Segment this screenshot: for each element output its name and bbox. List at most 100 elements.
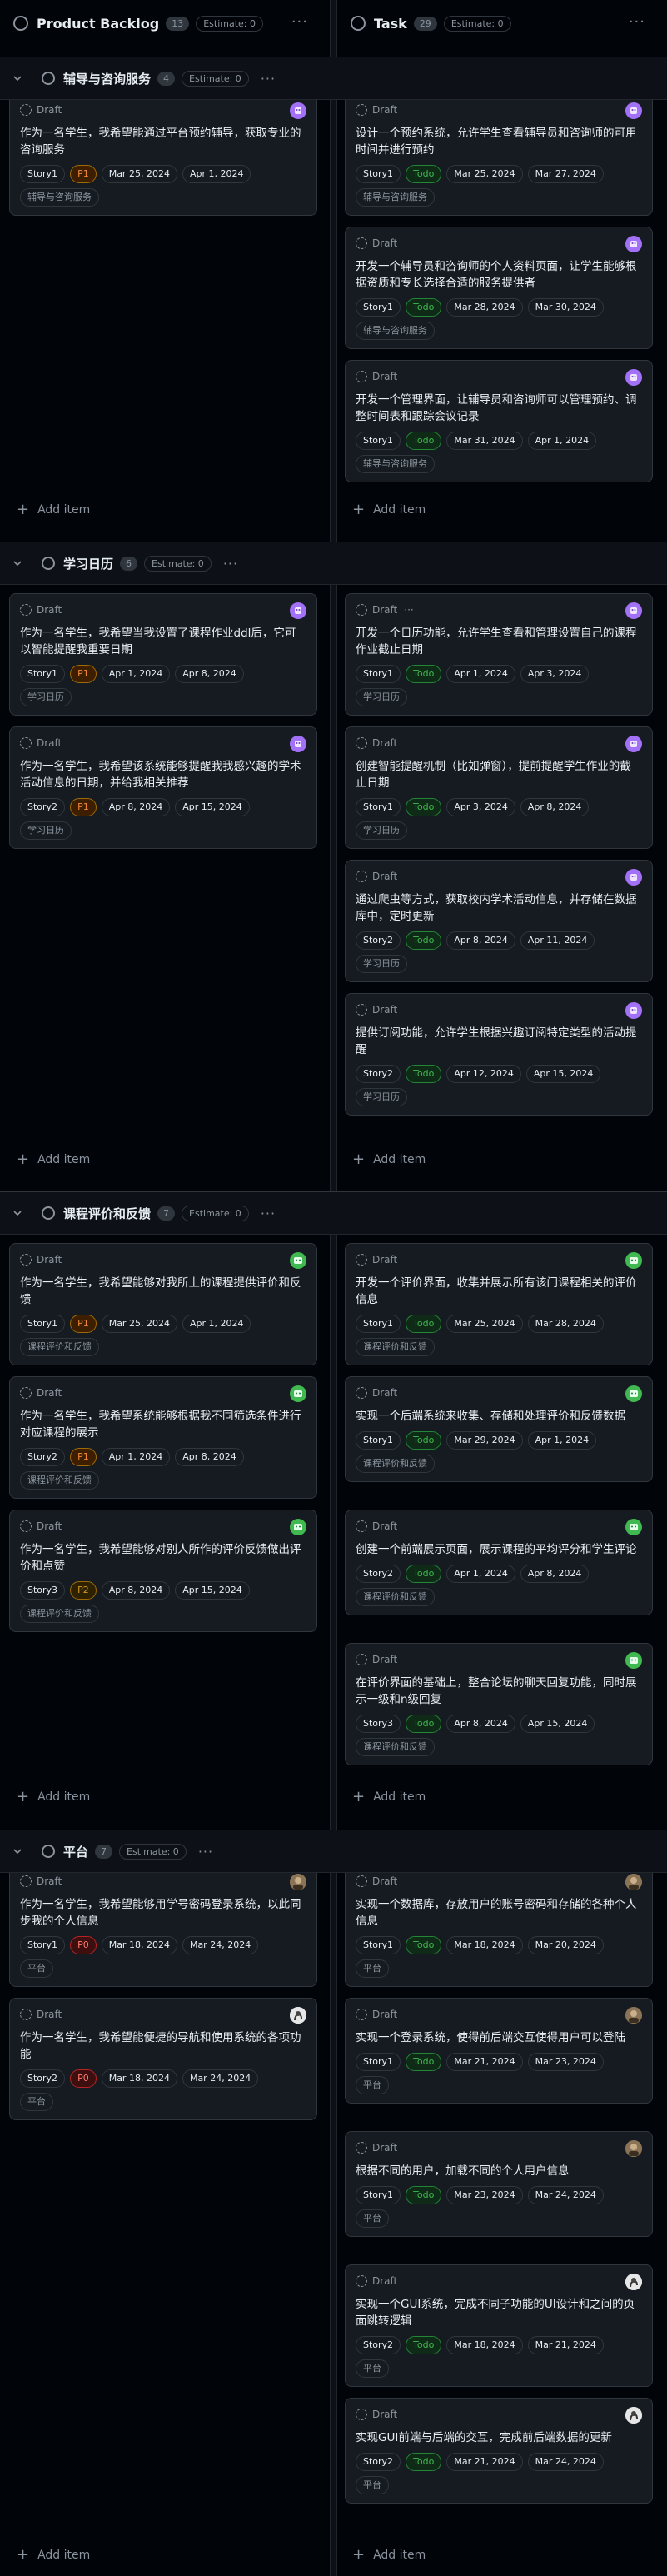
- avatar[interactable]: [625, 1519, 642, 1535]
- story-tag[interactable]: Story1: [20, 165, 66, 183]
- end-date-tag[interactable]: Apr 15, 2024: [175, 798, 250, 816]
- label-tag[interactable]: 辅导与咨询服务: [356, 322, 435, 340]
- label-tag[interactable]: 课程评价和反馈: [356, 1338, 435, 1356]
- card-title[interactable]: 作为一名学生，我希望系统能够根据我不同筛选条件进行对应课程的展示: [20, 1408, 306, 1441]
- end-date-tag[interactable]: Apr 1, 2024: [182, 1315, 251, 1333]
- end-date-tag[interactable]: Mar 28, 2024: [527, 1315, 604, 1333]
- start-date-tag[interactable]: Mar 25, 2024: [446, 1315, 523, 1333]
- label-tag[interactable]: 平台: [356, 2476, 389, 2494]
- column-menu-icon[interactable]: ···: [629, 13, 645, 31]
- priority-tag[interactable]: P1: [70, 1315, 97, 1333]
- card-title[interactable]: 作为一名学生，我希望该系统能够提醒我我感兴趣的学术活动信息的日期，并给我相关推荐: [20, 758, 306, 791]
- project-card[interactable]: Draft 作为一名学生，我希望能够对我所上的课程提供评价和反馈 Story1 P1 M…: [9, 1243, 317, 1365]
- start-date-tag[interactable]: Apr 8, 2024: [101, 1581, 171, 1600]
- avatar[interactable]: [625, 869, 642, 886]
- end-date-tag[interactable]: Mar 23, 2024: [527, 2053, 604, 2071]
- end-date-tag[interactable]: Mar 24, 2024: [182, 2069, 259, 2088]
- label-tag[interactable]: 平台: [20, 2093, 53, 2111]
- start-date-tag[interactable]: Apr 8, 2024: [446, 1715, 515, 1733]
- project-card[interactable]: Draft 根据不同的用户，加载不同的个人用户信息 Story1 Todo Mar 23…: [345, 2131, 653, 2237]
- card-title[interactable]: 实现一个后端系统来收集、存储和处理评价和反馈数据: [356, 1408, 642, 1425]
- status-tag[interactable]: Todo: [406, 798, 442, 816]
- project-card[interactable]: Draft 实现GUI前端与后端的交互，完成前后端数据的更新 Story2 Todo M…: [345, 2398, 653, 2504]
- group-menu-icon[interactable]: ···: [198, 1844, 213, 1860]
- story-tag[interactable]: Story2: [20, 798, 66, 816]
- project-card[interactable]: Draft 实现一个数据库，存放用户的账号密码和存储的各种个人信息 Story1 To…: [345, 1865, 653, 1987]
- story-tag[interactable]: Story1: [356, 1315, 401, 1333]
- story-tag[interactable]: Story3: [20, 1581, 66, 1600]
- story-tag[interactable]: Story1: [356, 665, 401, 683]
- priority-tag[interactable]: P0: [70, 1936, 97, 1954]
- status-tag[interactable]: Todo: [406, 2453, 442, 2471]
- status-tag[interactable]: Todo: [406, 1565, 442, 1583]
- avatar[interactable]: [625, 1385, 642, 1402]
- story-tag[interactable]: Story1: [356, 2053, 401, 2071]
- avatar[interactable]: [290, 1385, 306, 1402]
- add-item-button[interactable]: + Add item: [352, 1151, 426, 1168]
- column-menu-icon[interactable]: ···: [291, 13, 308, 31]
- project-card[interactable]: Draft 在评价界面的基础上，整合论坛的聊天回复功能，同时展示一级和n级回复 St…: [345, 1643, 653, 1765]
- avatar[interactable]: [290, 602, 306, 619]
- status-tag[interactable]: Todo: [406, 1065, 442, 1083]
- add-item-button[interactable]: + Add item: [352, 501, 426, 518]
- card-title[interactable]: 作为一名学生，我希望能够对我所上的课程提供评价和反馈: [20, 1275, 306, 1308]
- start-date-tag[interactable]: Mar 29, 2024: [446, 1431, 523, 1450]
- project-card[interactable]: Draft 作为一名学生，我希望能便捷的导航和使用系统的各项功能 Story2 P0 M…: [9, 1998, 317, 2120]
- avatar[interactable]: [625, 236, 642, 252]
- label-tag[interactable]: 平台: [356, 2359, 389, 2378]
- group-header[interactable]: 学习日历 6 Estimate: 0 ···: [0, 542, 667, 585]
- end-date-tag[interactable]: Mar 21, 2024: [527, 2336, 604, 2354]
- label-tag[interactable]: 课程评价和反馈: [20, 1338, 99, 1356]
- avatar[interactable]: [290, 2007, 306, 2024]
- avatar[interactable]: [625, 1252, 642, 1269]
- card-title[interactable]: 作为一名学生，我希望能通过平台预约辅导，获取专业的咨询服务: [20, 125, 306, 158]
- status-tag[interactable]: Todo: [406, 1431, 442, 1450]
- card-title[interactable]: 作为一名学生，我希望能够用学号密码登录系统，以此同步我的个人信息: [20, 1896, 306, 1930]
- group-menu-icon[interactable]: ···: [261, 1206, 276, 1221]
- start-date-tag[interactable]: Mar 18, 2024: [101, 1936, 177, 1954]
- add-item-button[interactable]: + Add item: [17, 501, 90, 518]
- project-card[interactable]: Draft 作为一名学生，我希望系统能够根据我不同筛选条件进行对应课程的展示 Sto…: [9, 1376, 317, 1499]
- end-date-tag[interactable]: Mar 24, 2024: [527, 2453, 604, 2471]
- story-tag[interactable]: Story1: [356, 1936, 401, 1954]
- card-menu-icon[interactable]: ···: [404, 604, 413, 616]
- card-title[interactable]: 提供订阅功能，允许学生根据兴趣订阅特定类型的活动提醒: [356, 1025, 642, 1058]
- label-tag[interactable]: 平台: [356, 2076, 389, 2094]
- avatar[interactable]: [625, 1652, 642, 1669]
- start-date-tag[interactable]: Mar 21, 2024: [446, 2453, 523, 2471]
- avatar[interactable]: [290, 736, 306, 752]
- project-card[interactable]: Draft 作为一名学生，我希望能通过平台预约辅导，获取专业的咨询服务 Story1…: [9, 93, 317, 216]
- label-tag[interactable]: 辅导与咨询服务: [20, 188, 99, 207]
- end-date-tag[interactable]: Mar 24, 2024: [182, 1936, 259, 1954]
- start-date-tag[interactable]: Apr 8, 2024: [446, 931, 515, 950]
- start-date-tag[interactable]: Apr 1, 2024: [101, 665, 171, 683]
- label-tag[interactable]: 学习日历: [356, 821, 407, 840]
- end-date-tag[interactable]: Apr 8, 2024: [175, 1448, 244, 1466]
- group-header[interactable]: 课程评价和反馈 7 Estimate: 0 ···: [0, 1191, 667, 1235]
- label-tag[interactable]: 课程评价和反馈: [20, 1605, 99, 1623]
- project-card[interactable]: Draft 创建一个前端展示页面，展示课程的平均评分和学生评论 Story2 Todo…: [345, 1510, 653, 1615]
- status-tag[interactable]: Todo: [406, 2336, 442, 2354]
- card-title[interactable]: 实现GUI前端与后端的交互，完成前后端数据的更新: [356, 2429, 642, 2446]
- start-date-tag[interactable]: Mar 28, 2024: [446, 298, 523, 317]
- end-date-tag[interactable]: Apr 8, 2024: [520, 1565, 590, 1583]
- status-tag[interactable]: Todo: [406, 2053, 442, 2071]
- group-menu-icon[interactable]: ···: [223, 556, 238, 572]
- status-tag[interactable]: Todo: [406, 931, 442, 950]
- story-tag[interactable]: Story1: [20, 1315, 66, 1333]
- end-date-tag[interactable]: Apr 8, 2024: [175, 665, 244, 683]
- chevron-down-icon[interactable]: [12, 1207, 23, 1219]
- column-header-task[interactable]: Task 29 Estimate: 0 ···: [337, 0, 667, 47]
- project-card[interactable]: Draft 实现一个登录系统，使得前后端交互使得用户可以登陆 Story1 Todo M…: [345, 1998, 653, 2104]
- label-tag[interactable]: 课程评价和反馈: [356, 1738, 435, 1756]
- story-tag[interactable]: Story1: [356, 2186, 401, 2204]
- project-card[interactable]: Draft 作为一名学生，我希望能够用学号密码登录系统，以此同步我的个人信息 Sto…: [9, 1865, 317, 1987]
- project-card[interactable]: Draft 创建智能提醒机制（比如弹窗），提前提醒学生作业的截止日期 Story1 T…: [345, 726, 653, 849]
- start-date-tag[interactable]: Mar 31, 2024: [446, 432, 523, 450]
- status-tag[interactable]: Todo: [406, 1715, 442, 1733]
- group-header[interactable]: 辅导与咨询服务 4 Estimate: 0 ···: [0, 57, 667, 100]
- card-title[interactable]: 创建智能提醒机制（比如弹窗），提前提醒学生作业的截止日期: [356, 758, 642, 791]
- label-tag[interactable]: 学习日历: [356, 1088, 407, 1106]
- status-tag[interactable]: Todo: [406, 165, 442, 183]
- card-title[interactable]: 通过爬虫等方式，获取校内学术活动信息，并存储在数据库中，定时更新: [356, 891, 642, 925]
